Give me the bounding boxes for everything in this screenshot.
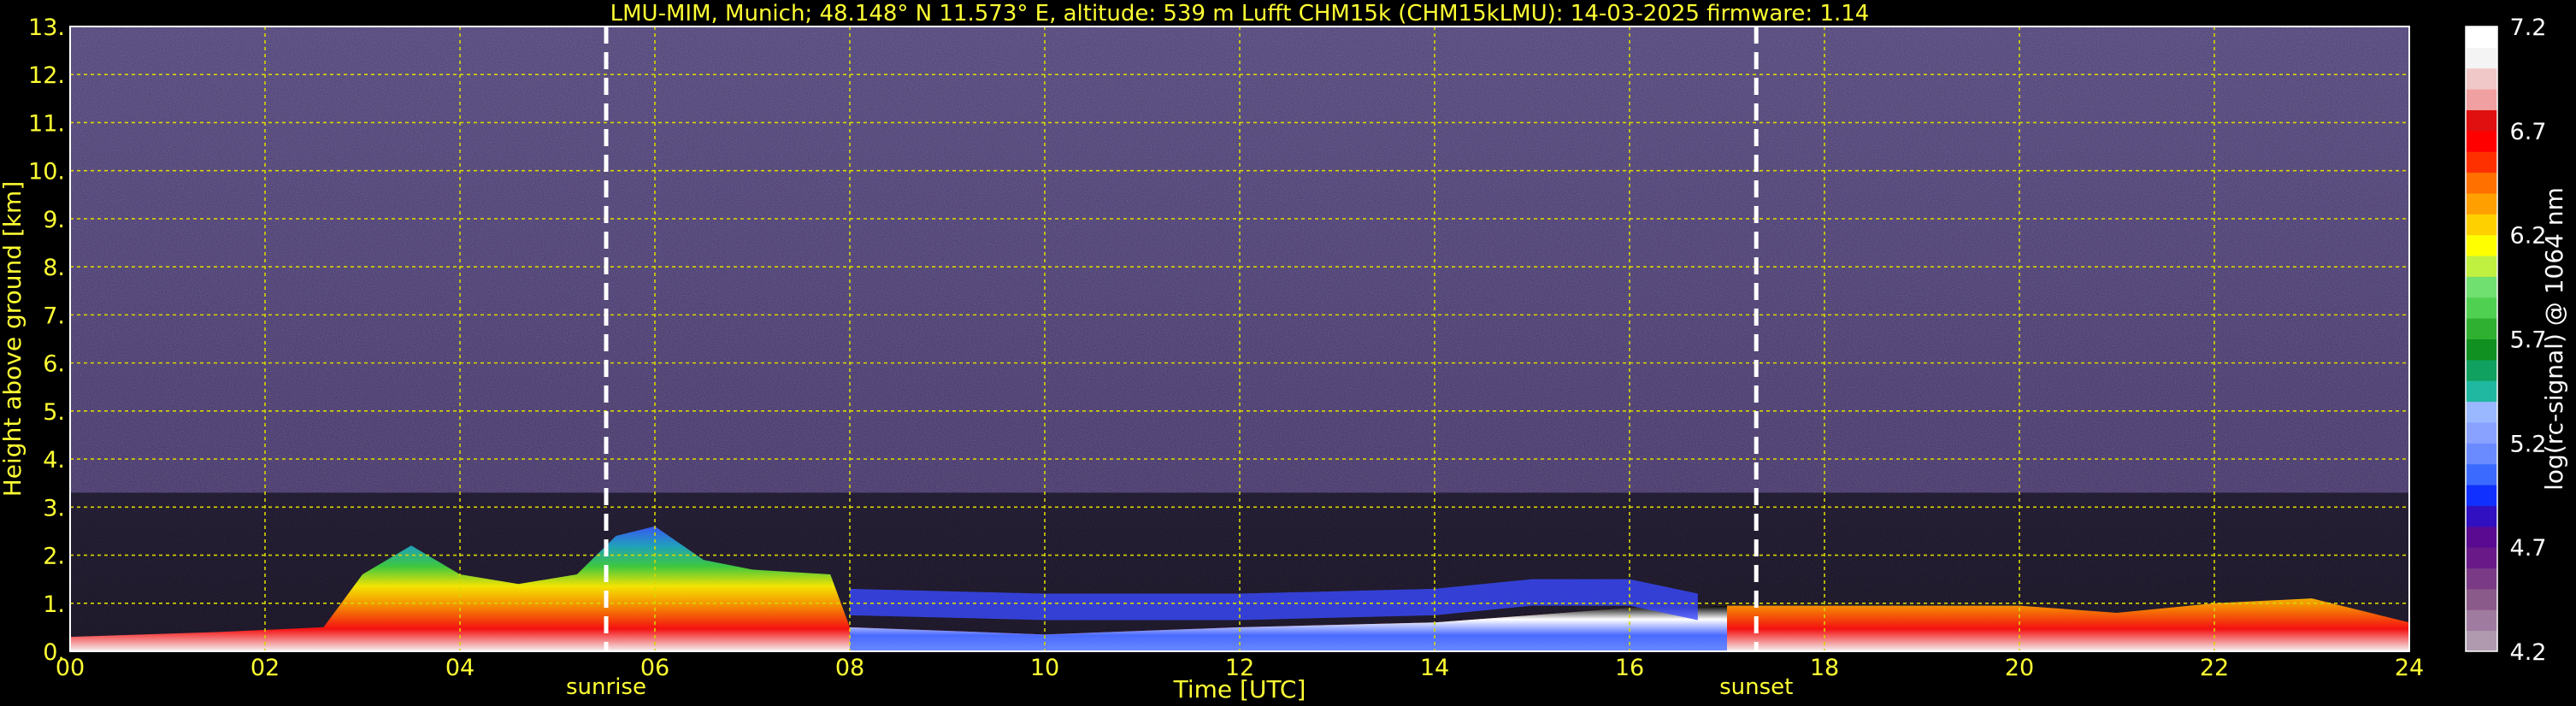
colorbar-swatch [2466, 547, 2497, 569]
y-tick-label: 2. [43, 544, 65, 570]
colorbar-tick-label: 4.2 [2510, 639, 2547, 666]
y-tick-label: 12. [28, 62, 65, 89]
y-tick-label: 13. [28, 15, 65, 41]
y-tick-label: 0. [43, 639, 65, 666]
colorbar-swatch [2466, 318, 2497, 339]
ceilometer-chart: LMU-MIM, Munich; 48.148° N 11.573° E, al… [0, 1, 2568, 703]
x-tick-label: 10 [1030, 655, 1059, 681]
colorbar-swatch [2466, 443, 2497, 465]
colorbar-swatch [2466, 234, 2497, 256]
colorbar-swatch [2466, 47, 2497, 69]
colorbar-label: log(rc-signal) @ 1064 nm [2540, 187, 2568, 491]
colorbar-swatch [2466, 276, 2497, 298]
y-tick-label: 7. [43, 303, 65, 329]
plot-area [69, 26, 2410, 652]
colorbar-swatch [2466, 68, 2497, 90]
y-tick-label: 9. [43, 207, 65, 233]
x-tick-label: 02 [251, 655, 280, 681]
colorbar-swatch [2466, 109, 2497, 132]
colorbar-swatch [2466, 151, 2497, 174]
colorbar-swatch [2466, 505, 2497, 527]
colorbar-tick-label: 4.7 [2510, 535, 2547, 562]
y-tick-label: 3. [43, 495, 65, 521]
y-tick-label: 6. [43, 351, 65, 378]
colorbar-swatch [2466, 338, 2497, 361]
colorbar-swatch [2466, 568, 2497, 590]
colorbar-tick-label: 6.7 [2510, 119, 2547, 145]
y-axis-label: Height above ground [km] [0, 181, 27, 497]
x-tick-label: 14 [1420, 655, 1449, 681]
x-tick-label: 04 [445, 655, 475, 681]
colorbar-swatch [2466, 630, 2497, 652]
y-tick-label: 10. [28, 159, 65, 185]
ceilometer-figure: LMU-MIM, Munich; 48.148° N 11.573° E, al… [0, 0, 2576, 706]
colorbar-swatches [2465, 26, 2498, 652]
colorbar-swatch [2466, 526, 2497, 548]
x-tick-label: 08 [835, 655, 864, 681]
x-tick-label: 16 [1615, 655, 1644, 681]
colorbar-tick-label: 7.2 [2510, 15, 2547, 41]
colorbar-swatch [2466, 172, 2497, 194]
colorbar: 4.24.75.25.76.26.77.2 log(rc-signal) @ 1… [2465, 15, 2568, 666]
colorbar-swatch [2466, 256, 2497, 277]
colorbar-swatch [2466, 421, 2497, 444]
colorbar-swatch [2466, 463, 2497, 485]
x-tick-label: 22 [2200, 655, 2229, 681]
x-tick-label: 12 [1225, 655, 1254, 681]
y-tick-label: 11. [28, 110, 65, 137]
colorbar-swatch [2466, 588, 2497, 610]
y-tick-labels: 0. 1. 2. 3. 4. 5. 6. 7. 8. 9. 10. 11. 12. 13. [28, 15, 65, 666]
colorbar-swatch [2466, 485, 2497, 506]
colorbar-swatch [2466, 401, 2497, 423]
colorbar-swatch [2466, 26, 2497, 48]
x-tick-labels: 00 02 04 06 08 10 12 14 16 18 20 22 24 [56, 655, 2424, 681]
x-tick-label: 20 [2005, 655, 2034, 681]
y-tick-label: 5. [43, 399, 65, 426]
colorbar-swatch [2466, 214, 2497, 236]
colorbar-swatch [2466, 297, 2497, 319]
y-tick-label: 1. [43, 591, 65, 618]
y-tick-label: 8. [43, 255, 65, 281]
sun-event-label: sunset [1719, 674, 1793, 700]
colorbar-swatch [2466, 89, 2497, 110]
colorbar-swatch [2466, 130, 2497, 152]
colorbar-swatch [2466, 609, 2497, 632]
sun-event-label: sunrise [566, 674, 646, 700]
y-tick-label: 4. [43, 447, 65, 474]
x-tick-label: 24 [2395, 655, 2424, 681]
x-tick-label: 18 [1810, 655, 1839, 681]
colorbar-swatch [2466, 380, 2497, 403]
colorbar-swatch [2466, 192, 2497, 215]
chart-title: LMU-MIM, Munich; 48.148° N 11.573° E, al… [610, 1, 1870, 26]
colorbar-swatch [2466, 359, 2497, 381]
